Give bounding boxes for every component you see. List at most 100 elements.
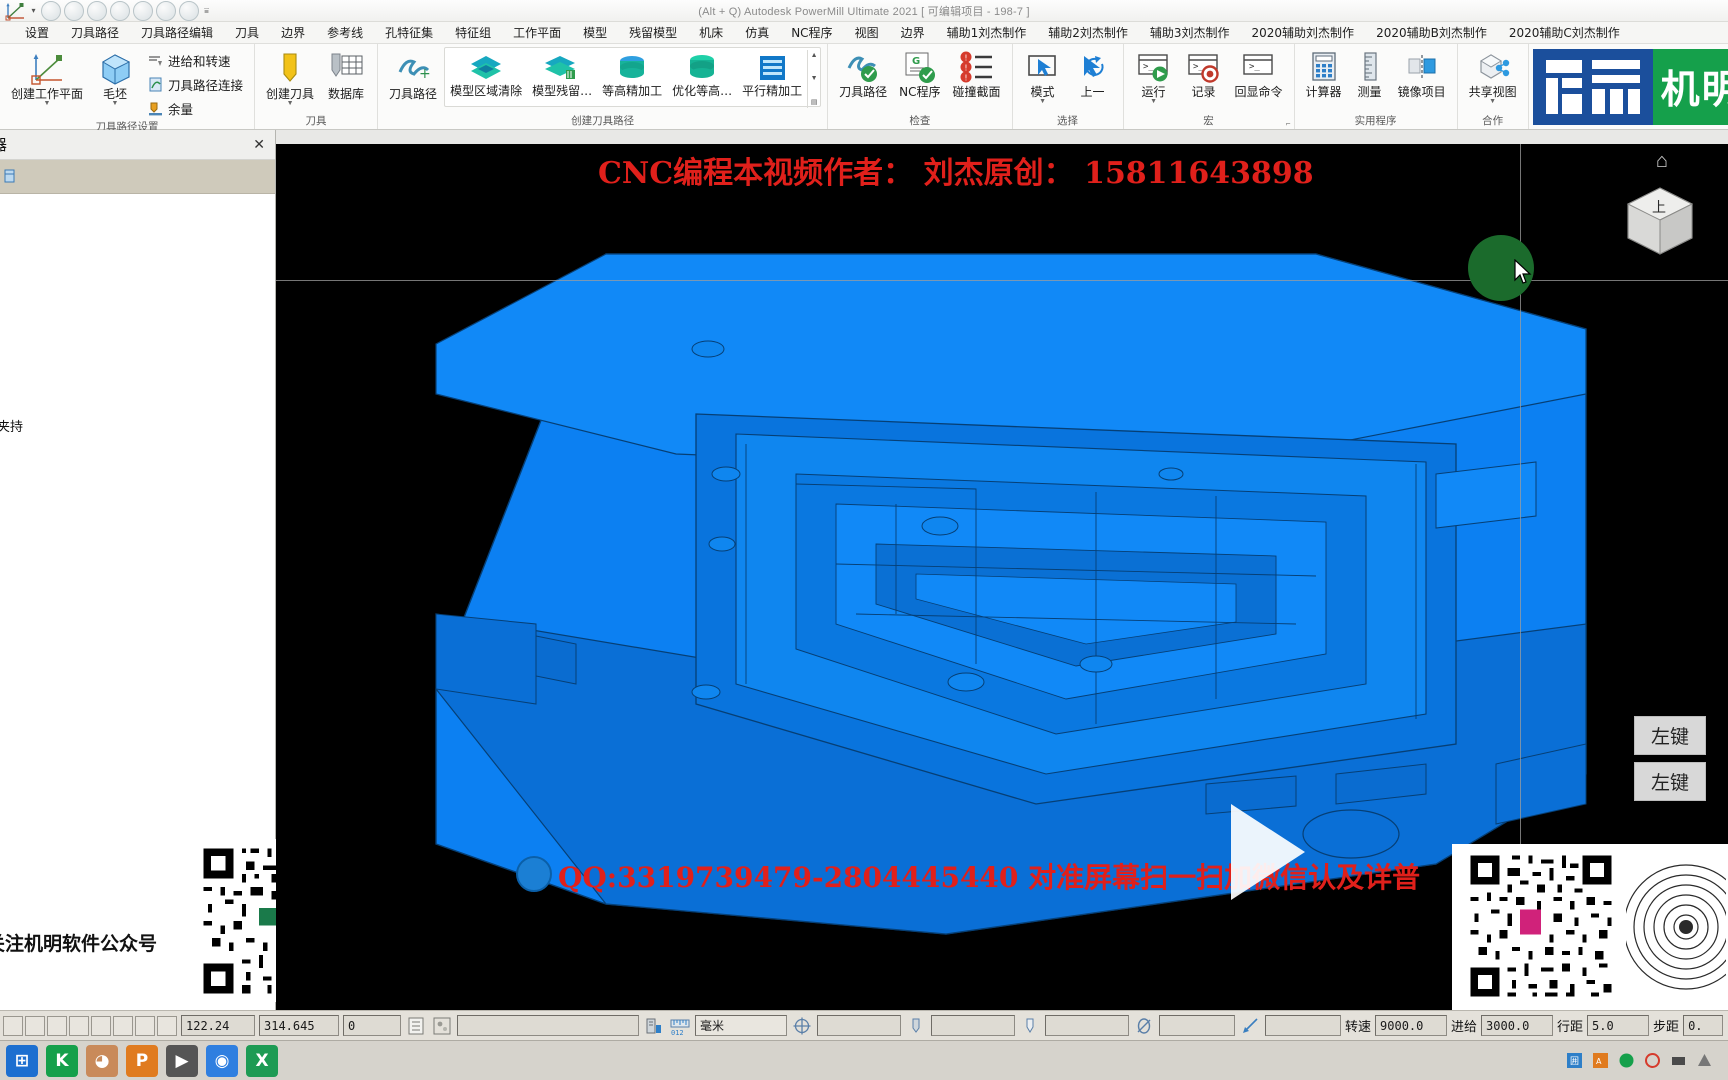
lead-angle-field[interactable] — [1265, 1015, 1341, 1036]
tip-field[interactable] — [1045, 1015, 1129, 1036]
tolerance-field[interactable] — [817, 1015, 901, 1036]
run-macro-button[interactable]: >_ 运行 ▼ — [1130, 47, 1178, 108]
menu-item-view[interactable]: 视图 — [844, 22, 890, 43]
tool-profile-field[interactable] — [931, 1015, 1015, 1036]
view-cube-icon[interactable]: 上 — [1614, 176, 1706, 263]
menu-item-aux-3[interactable]: 辅助3刘杰制作 — [1139, 22, 1241, 43]
gallery-item-model-area-clearance[interactable]: 模型区域清除 — [445, 50, 527, 101]
menu-item-tool[interactable]: 刀具 — [224, 22, 270, 43]
explorer-tree[interactable]: 印夹持 — [0, 194, 370, 1009]
tray-icon-2[interactable]: A — [1592, 1052, 1609, 1069]
tool-profile-icon[interactable] — [905, 1015, 927, 1037]
block-button[interactable]: 毛坯 ▼ — [90, 47, 140, 110]
calculator-button[interactable]: 计算器 — [1301, 47, 1347, 102]
gallery-item-raster-finishing[interactable]: 平行精加工 — [737, 50, 807, 101]
thickness-button[interactable]: 余量 — [142, 97, 248, 120]
coord-x-field[interactable]: 122.24 — [181, 1015, 255, 1036]
taskbar-apps[interactable]: ⊞ K ◕ P ▶ ◉ X — [6, 1044, 278, 1077]
diameter-field[interactable] — [1159, 1015, 1235, 1036]
sb-btn-5[interactable] — [91, 1015, 111, 1036]
chevron-down-icon[interactable]: ▼ — [112, 100, 119, 107]
powermill-app-icon[interactable]: P — [126, 1044, 158, 1077]
blank-field-1[interactable] — [457, 1015, 639, 1036]
chevron-down-icon[interactable]: ▼ — [44, 100, 51, 107]
menu-item-boundary-2[interactable]: 边界 — [890, 22, 936, 43]
start-button[interactable]: ⊞ — [6, 1044, 38, 1077]
mirror-project-button[interactable]: 镜像项目 — [1393, 47, 1451, 102]
menu-item-aux-2020-c[interactable]: 2020辅助C刘杰制作 — [1498, 22, 1631, 43]
status-left-buttons[interactable] — [3, 1015, 177, 1036]
coord-y-field[interactable]: 314.645 — [259, 1015, 339, 1036]
chevron-down-icon[interactable]: ▼ — [1489, 98, 1496, 105]
lead-angle-icon[interactable] — [1239, 1015, 1261, 1037]
tray-icon-4[interactable] — [1644, 1052, 1661, 1069]
gallery-item-optimised-constant-z[interactable]: 优化等高… — [667, 50, 737, 101]
browser-app-icon[interactable]: ◉ — [206, 1044, 238, 1077]
share-view-button[interactable]: 共享视图 ▼ — [1464, 47, 1522, 108]
spindle-speed-field[interactable]: 9000.0 — [1375, 1015, 1448, 1036]
create-workplane-button[interactable]: 创建工作平面 ▼ — [6, 47, 88, 110]
menu-item-settings[interactable]: 设置 — [14, 22, 60, 43]
verify-toolpath-button[interactable]: 刀具路径 — [834, 47, 892, 102]
verify-ncprogram-button[interactable]: G NC程序 — [894, 47, 945, 102]
dialog-launcher-icon[interactable]: ⌐ — [1286, 119, 1291, 128]
echo-command-button[interactable]: >_ 回显命令 — [1230, 47, 1288, 102]
tray-icon-5[interactable] — [1670, 1052, 1687, 1069]
toolpath-button[interactable]: + 刀具路径 — [384, 47, 442, 104]
chevron-down-icon[interactable]: ▼ — [1150, 98, 1157, 105]
toolpath-link-button[interactable]: 刀具路径连接 — [142, 73, 248, 96]
sb-btn-7[interactable] — [135, 1015, 155, 1036]
menu-item-rest-model[interactable]: 残留模型 — [618, 22, 688, 43]
gallery-scrollbar[interactable]: ▲ ▼ ▤ — [807, 50, 820, 108]
sb-btn-3[interactable] — [47, 1015, 67, 1036]
wechat-app-icon[interactable]: K — [46, 1044, 78, 1077]
taskbar-tray[interactable]: 囲 A — [1566, 1052, 1722, 1069]
pitch-field[interactable]: 0. — [1683, 1015, 1724, 1036]
create-tool-button[interactable]: 创建刀具 ▼ — [261, 47, 319, 110]
menu-item-hole-feature[interactable]: 孔特征集 — [374, 22, 444, 43]
menu-item-workplane[interactable]: 工作平面 — [502, 22, 572, 43]
units-field[interactable]: 毫米 — [695, 1015, 787, 1036]
close-icon[interactable]: ✕ — [249, 136, 269, 153]
feeds-speeds-button[interactable]: 进给和转速 — [142, 49, 248, 72]
3d-viewport[interactable]: ⌂ 上 CNC编程本视频作者： 刘杰原创： 15811643898 QQ:331… — [276, 144, 1728, 1010]
menu-item-toolpath-edit[interactable]: 刀具路径编辑 — [130, 22, 224, 43]
select-mode-button[interactable]: 模式 ▼ — [1019, 47, 1067, 108]
menu-item-nc-program[interactable]: NC程序 — [780, 22, 843, 43]
diameter-icon[interactable] — [1133, 1015, 1155, 1037]
menu-item-aux-2020-b[interactable]: 2020辅助B刘杰制作 — [1365, 22, 1498, 43]
tray-icon-1[interactable]: 囲 — [1566, 1052, 1583, 1069]
feedrate-field[interactable]: 3000.0 — [1481, 1015, 1554, 1036]
scroll-up-icon[interactable]: ▲ — [811, 52, 818, 59]
chevron-down-icon[interactable]: ▼ — [1039, 98, 1046, 105]
explorer-selected-row[interactable] — [0, 160, 275, 194]
menu-item-aux-2020[interactable]: 2020辅助刘杰制作 — [1241, 22, 1366, 43]
level-list-icon[interactable] — [405, 1015, 427, 1037]
tray-icon-6[interactable] — [1696, 1052, 1713, 1069]
media-app-icon[interactable]: ▶ — [166, 1044, 198, 1077]
select-previous-button[interactable]: 上一 — [1069, 47, 1117, 102]
tolerance-icon[interactable] — [791, 1015, 813, 1037]
menu-item-toolpath[interactable]: 刀具路径 — [60, 22, 130, 43]
record-macro-button[interactable]: >_ 记录 — [1180, 47, 1228, 102]
menu-item-machine[interactable]: 机床 — [688, 22, 734, 43]
play-triangle-icon[interactable] — [1231, 804, 1305, 900]
gallery-item-model-rest[interactable]: 模型残留… — [527, 50, 597, 101]
measure-button[interactable]: 测量 — [1349, 47, 1391, 102]
scroll-down-icon[interactable]: ▼ — [811, 75, 818, 82]
menu-item-aux-2[interactable]: 辅助2刘杰制作 — [1037, 22, 1139, 43]
gallery-expand-icon[interactable]: ▤ — [811, 98, 818, 106]
menu-item-pattern[interactable]: 参考线 — [316, 22, 374, 43]
units-icon[interactable]: 012 — [669, 1015, 691, 1037]
spreadsheet-app-icon[interactable]: X — [246, 1044, 278, 1077]
sb-btn-6[interactable] — [113, 1015, 133, 1036]
menu-item-model[interactable]: 模型 — [572, 22, 618, 43]
machine-icon[interactable] — [643, 1015, 665, 1037]
level-field[interactable]: 0 — [343, 1015, 401, 1036]
menu-item-boundary[interactable]: 边界 — [270, 22, 316, 43]
menu-item-aux-1[interactable]: 辅助1刘杰制作 — [936, 22, 1038, 43]
tip-icon[interactable] — [1019, 1015, 1041, 1037]
home-icon[interactable]: ⌂ — [1656, 150, 1668, 173]
collision-section-button[interactable]: ! ! ! 碰撞截面 — [948, 47, 1006, 102]
sb-btn-2[interactable] — [25, 1015, 45, 1036]
